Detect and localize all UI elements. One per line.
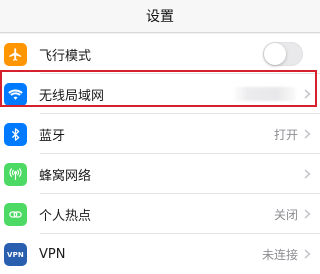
settings-row-cellular[interactable]: 蜂窝网络	[0, 154, 320, 194]
bluetooth-icon	[4, 123, 27, 146]
settings-row-label: 蓝牙	[39, 128, 66, 144]
settings-row-label: 无线局域网	[39, 88, 105, 104]
vpn-status: 未连接	[261, 247, 298, 262]
airplane-mode-toggle[interactable]	[263, 42, 303, 66]
chevron-right-icon	[304, 129, 311, 139]
airplane-icon	[4, 43, 27, 66]
wlan-network-name-blurred	[232, 87, 296, 101]
chevron-right-icon	[304, 89, 311, 99]
cellular-icon	[4, 163, 27, 186]
settings-list: 飞行模式 无线局域网 蓝牙 打开 蜂窝网络 个人热点 关闭 VPN VPN 未连…	[0, 34, 320, 274]
page-title: 设置	[146, 9, 174, 25]
toggle-knob	[264, 43, 286, 65]
settings-row-label: 个人热点	[39, 208, 92, 224]
settings-row-bluetooth[interactable]: 蓝牙 打开	[0, 114, 320, 154]
hotspot-icon	[4, 203, 27, 226]
settings-row-personal-hotspot[interactable]: 个人热点 关闭	[0, 194, 320, 234]
settings-row-vpn[interactable]: VPN VPN 未连接	[0, 234, 320, 274]
settings-row-wlan[interactable]: 无线局域网	[0, 74, 320, 114]
chevron-right-icon	[304, 169, 311, 179]
settings-row-label: 飞行模式	[39, 48, 92, 64]
settings-row-label: 蜂窝网络	[39, 168, 92, 184]
wifi-icon	[4, 83, 27, 106]
hotspot-status: 关闭	[273, 207, 298, 222]
settings-row-label: VPN	[39, 246, 66, 262]
bluetooth-status: 打开	[273, 127, 298, 142]
chevron-right-icon	[304, 249, 311, 259]
vpn-icon: VPN	[4, 243, 27, 266]
settings-row-airplane-mode: 飞行模式	[0, 34, 320, 74]
chevron-right-icon	[304, 209, 311, 219]
navigation-bar: 设置	[0, 0, 320, 33]
